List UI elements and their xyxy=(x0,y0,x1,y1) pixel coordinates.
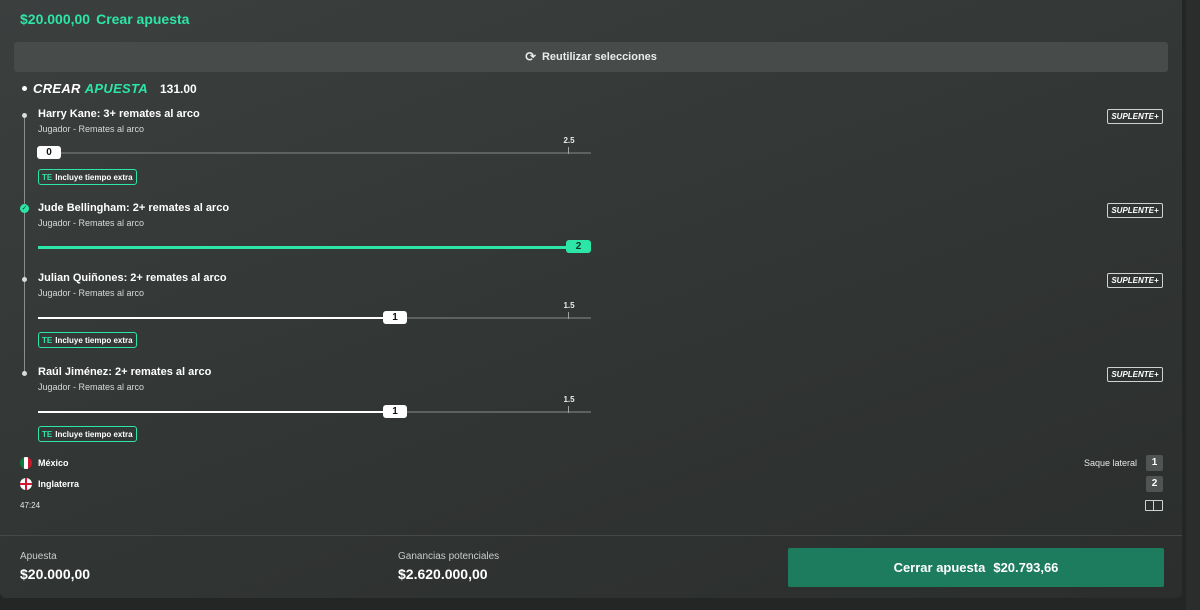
progress-fill xyxy=(38,317,407,319)
target-label: 2.5 xyxy=(563,136,575,145)
target-tick xyxy=(568,147,569,154)
leg-subtitle: Jugador - Remates al arco xyxy=(38,382,145,392)
progress-value: 2 xyxy=(566,240,591,253)
reuse-selections-label: Reutilizar selecciones xyxy=(541,51,657,63)
leg-pending-icon xyxy=(22,277,27,282)
leg-pending-icon xyxy=(22,113,27,118)
leg-subtitle: Jugador - Remates al arco xyxy=(38,288,145,298)
leg-won-check-icon: ✓ xyxy=(20,204,29,213)
suplente-badge[interactable]: SUPLENTE+ xyxy=(1107,203,1163,218)
leg-title: Jude Bellingham: 2+ remates al arco xyxy=(38,202,230,214)
progress-track: 1.5 1 xyxy=(38,301,591,324)
target-label: 1.5 xyxy=(563,301,575,310)
bet-builder-odds: 131.00 xyxy=(160,81,197,96)
bet-builder-title: CREAR APUESTA 131.00 xyxy=(22,81,197,96)
progress-value: 0 xyxy=(37,146,61,159)
progress-track: 1.5 1 xyxy=(38,395,591,418)
bet-builder-word1: CREAR xyxy=(33,81,81,96)
target-tick xyxy=(568,312,569,319)
bet-header: $20.000,00 Crear apuesta xyxy=(20,11,189,27)
extra-time-code: TE xyxy=(42,172,53,182)
leg-subtitle: Jugador - Remates al arco xyxy=(38,218,145,228)
leg-title: Raúl Jiménez: 2+ remates al arco xyxy=(38,366,212,378)
reuse-selections-button[interactable]: ⟳ Reutilizar selecciones xyxy=(14,42,1168,72)
stake-value: $20.000,00 xyxy=(20,566,91,582)
legs-timeline xyxy=(24,114,25,372)
progress-fill xyxy=(38,245,591,249)
cashout-label: Cerrar apuesta xyxy=(893,560,986,575)
leg-title: Harry Kane: 3+ remates al arco xyxy=(38,108,200,120)
progress-value: 1 xyxy=(383,405,407,418)
scrollbar[interactable] xyxy=(1186,0,1200,610)
mexico-flag-icon xyxy=(20,457,32,469)
cashout-value: $20.793,66 xyxy=(993,560,1059,575)
refresh-icon: ⟳ xyxy=(525,49,536,64)
leg-pending-icon xyxy=(22,371,27,376)
progress-value: 1 xyxy=(383,311,407,324)
stake-label: Apuesta xyxy=(20,551,57,562)
timeline-dot-icon xyxy=(22,86,27,91)
extra-time-label: Incluye tiempo extra xyxy=(55,335,133,345)
home-stat-value: 1 xyxy=(1146,455,1163,471)
team-home: México xyxy=(20,457,69,469)
leg-title: Julian Quiñones: 2+ remates al arco xyxy=(38,272,227,284)
suplente-badge[interactable]: SUPLENTE+ xyxy=(1107,273,1163,288)
extra-time-code: TE xyxy=(42,429,53,439)
extra-time-label: Incluye tiempo extra xyxy=(55,429,133,439)
footer-divider xyxy=(0,535,1182,536)
target-tick xyxy=(568,406,569,413)
team-away: Inglaterra xyxy=(20,478,79,490)
progress-track: 2.5 0 xyxy=(37,136,591,159)
match-clock: 47:24 xyxy=(20,501,41,510)
england-flag-icon xyxy=(20,478,32,490)
progress-fill xyxy=(38,411,407,413)
extra-time-code: TE xyxy=(42,335,53,345)
extra-time-badge: TE Incluye tiempo extra xyxy=(38,332,137,348)
header-stake: $20.000,00 xyxy=(20,11,91,27)
cashout-button[interactable]: Cerrar apuesta $20.793,66 xyxy=(788,548,1164,587)
leg-subtitle: Jugador - Remates al arco xyxy=(38,124,145,134)
bet-builder-word2: APUESTA xyxy=(84,81,148,96)
progress-track: 2 xyxy=(38,240,591,253)
bet-slip-panel: $20.000,00 Crear apuesta ⟳ Reutilizar sel… xyxy=(0,0,1182,598)
stat-label: Saque lateral xyxy=(1083,458,1137,468)
away-stat-value: 2 xyxy=(1146,476,1163,492)
winnings-label: Ganancias potenciales xyxy=(398,551,500,562)
team-home-name: México xyxy=(38,458,69,468)
extra-time-badge: TE Incluye tiempo extra xyxy=(38,169,137,185)
pitch-icon[interactable] xyxy=(1145,500,1163,511)
team-away-name: Inglaterra xyxy=(38,479,80,489)
extra-time-badge: TE Incluye tiempo extra xyxy=(38,426,137,442)
suplente-badge[interactable]: SUPLENTE+ xyxy=(1107,367,1163,382)
extra-time-label: Incluye tiempo extra xyxy=(55,172,133,182)
suplente-badge[interactable]: SUPLENTE+ xyxy=(1107,109,1163,124)
target-label: 1.5 xyxy=(563,395,575,404)
header-label: Crear apuesta xyxy=(96,11,190,27)
winnings-value: $2.620.000,00 xyxy=(398,566,488,582)
